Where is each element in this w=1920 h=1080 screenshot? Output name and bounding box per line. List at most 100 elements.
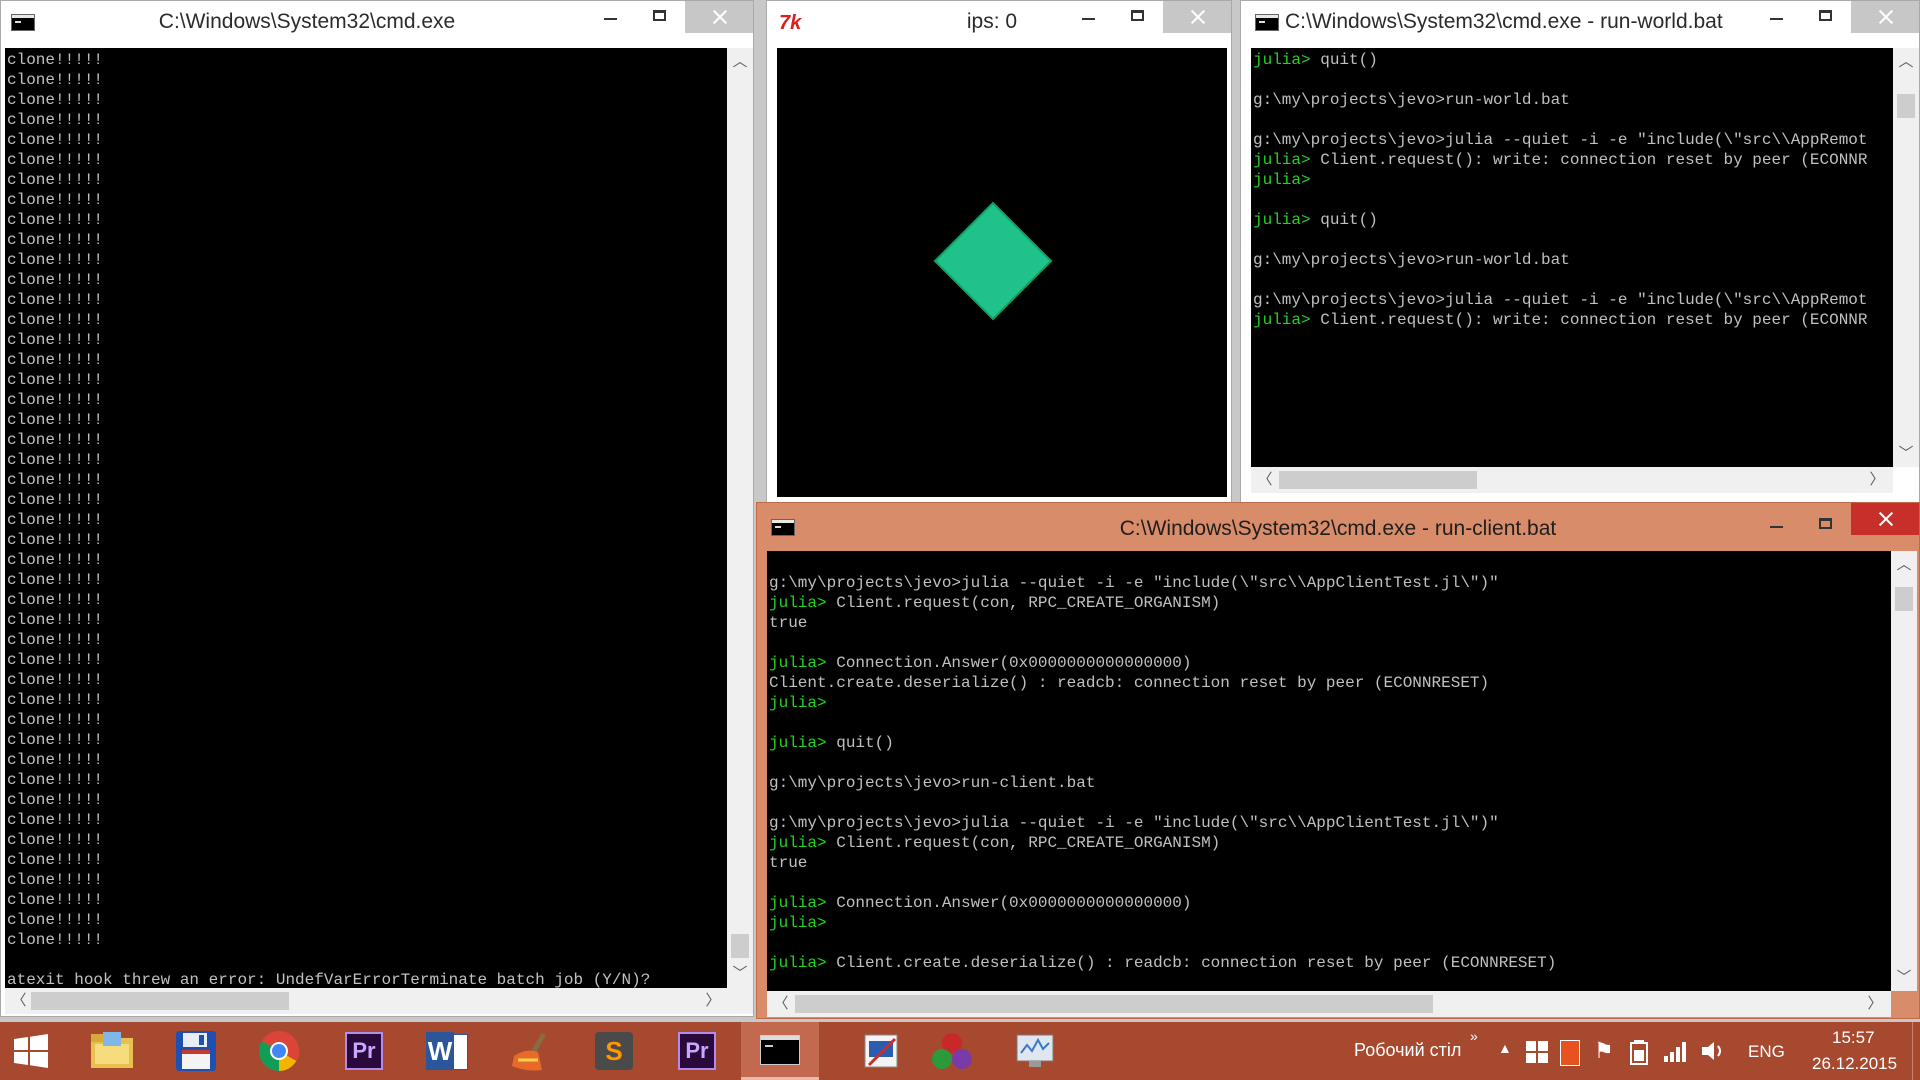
- console-line-text: g:\my\projects\jevo>julia --quiet -i -e …: [769, 574, 1499, 592]
- maximize-button[interactable]: [1801, 1, 1851, 33]
- console-line: clone!!!!!: [7, 591, 104, 609]
- volume-tray-icon[interactable]: [1700, 1040, 1726, 1067]
- taskbar-ccleaner[interactable]: [492, 1022, 570, 1080]
- console-line: julia> quit(): [1253, 211, 1378, 229]
- console-output[interactable]: clone!!!!! clone!!!!! clone!!!!! clone!!…: [5, 48, 727, 988]
- title-bar[interactable]: C:\Windows\System32\cmd.exe - run-client…: [757, 503, 1919, 547]
- vertical-scrollbar[interactable]: ︿ ﹀: [1891, 551, 1917, 991]
- console-text: julia> quit() g:\my\projects\jevo>run-wo…: [1253, 50, 1868, 330]
- console-output[interactable]: g:\my\projects\jevo>julia --quiet -i -e …: [767, 551, 1891, 991]
- scroll-up-arrow[interactable]: ︿: [1894, 555, 1914, 575]
- console-line-text: Connection.Answer(0x0000000000000000): [826, 654, 1192, 672]
- premiere-icon-2: Pr: [678, 1032, 716, 1070]
- console-line: julia> Client.create.deserialize() : rea…: [769, 954, 1556, 972]
- close-button[interactable]: [1163, 1, 1231, 33]
- julia-prompt: julia>: [769, 694, 827, 712]
- show-hidden-icons-arrow-icon[interactable]: ▲: [1498, 1040, 1512, 1056]
- close-button[interactable]: [1851, 503, 1919, 535]
- scroll-up-arrow[interactable]: ︿: [730, 52, 750, 72]
- scroll-left-arrow[interactable]: 〈: [1255, 470, 1275, 490]
- console-line: clone!!!!!: [7, 931, 104, 949]
- scroll-down-arrow[interactable]: ﹀: [1894, 968, 1914, 988]
- console-line-text: g:\my\projects\jevo>run-client.bat: [769, 774, 1096, 792]
- toolbar-chevron-icon[interactable]: »: [1470, 1028, 1478, 1044]
- battery-tray-icon[interactable]: [1628, 1038, 1650, 1071]
- console-line: clone!!!!!: [7, 171, 104, 189]
- horizontal-scrollbar[interactable]: 〈 〉: [5, 988, 727, 1014]
- scroll-right-arrow[interactable]: 〉: [703, 991, 723, 1011]
- close-button[interactable]: [685, 1, 753, 33]
- title-bar[interactable]: C:\Windows\System32\cmd.exe - run-world.…: [1241, 1, 1919, 45]
- minimize-button[interactable]: [1751, 509, 1801, 541]
- title-bar[interactable]: 7k ips: 0: [767, 1, 1231, 45]
- color-circles-icon: [932, 1033, 972, 1069]
- scroll-thumb-h[interactable]: [795, 995, 1433, 1013]
- scroll-thumb-h[interactable]: [1279, 471, 1477, 489]
- title-bar[interactable]: C:\Windows\System32\cmd.exe: [1, 1, 753, 45]
- taskbar-file-explorer[interactable]: [73, 1022, 151, 1080]
- start-button[interactable]: [0, 1022, 62, 1080]
- scroll-thumb[interactable]: [1897, 94, 1915, 118]
- cmd-window-client[interactable]: C:\Windows\System32\cmd.exe - run-client…: [756, 502, 1920, 1019]
- taskbar-premiere-2[interactable]: Pr: [658, 1022, 736, 1080]
- scroll-thumb[interactable]: [1895, 587, 1913, 611]
- console-line: clone!!!!!: [7, 371, 104, 389]
- tk-window[interactable]: 7k ips: 0: [766, 0, 1232, 503]
- scroll-thumb-h[interactable]: [31, 992, 289, 1010]
- signal-tray-icon[interactable]: [1664, 1040, 1688, 1067]
- scroll-left-arrow[interactable]: 〈: [771, 994, 791, 1014]
- taskbar-color-app[interactable]: [913, 1022, 991, 1080]
- console-line: clone!!!!!: [7, 231, 104, 249]
- minimize-button[interactable]: [1063, 1, 1113, 33]
- cmd-window-world[interactable]: C:\Windows\System32\cmd.exe - run-world.…: [1240, 0, 1920, 503]
- scroll-down-arrow[interactable]: ﹀: [1896, 444, 1916, 464]
- office-tray-icon[interactable]: [1560, 1040, 1580, 1066]
- language-indicator[interactable]: ENG: [1748, 1042, 1785, 1062]
- console-line: clone!!!!!: [7, 891, 104, 909]
- scroll-left-arrow[interactable]: 〈: [9, 991, 29, 1011]
- clock-date[interactable]: 26.12.2015: [1812, 1054, 1897, 1074]
- taskbar-chrome[interactable]: [240, 1022, 318, 1080]
- desktop-toolbar[interactable]: Робочий стіл: [1354, 1040, 1461, 1061]
- console-line: atexit hook threw an error: UndefVarErro…: [7, 971, 651, 988]
- console-text: g:\my\projects\jevo>julia --quiet -i -e …: [769, 553, 1556, 973]
- scroll-down-arrow[interactable]: ﹀: [730, 964, 750, 984]
- tk-feather-icon: 7k: [779, 12, 802, 34]
- horizontal-scrollbar[interactable]: 〈 〉: [1251, 467, 1893, 493]
- taskbar-monitor-app[interactable]: [996, 1022, 1074, 1080]
- console-line: clone!!!!!: [7, 531, 104, 549]
- maximize-button[interactable]: [1801, 509, 1851, 541]
- scroll-up-arrow[interactable]: ︿: [1896, 52, 1916, 72]
- windows-tray-icon[interactable]: [1526, 1041, 1548, 1068]
- simulation-canvas[interactable]: [777, 48, 1227, 497]
- scroll-thumb[interactable]: [731, 934, 749, 958]
- vertical-scrollbar[interactable]: ︿ ﹀: [727, 48, 753, 988]
- show-desktop-button[interactable]: [1912, 1022, 1920, 1080]
- console-line: clone!!!!!: [7, 291, 104, 309]
- flag-tray-icon[interactable]: ⚑: [1594, 1038, 1614, 1064]
- close-button[interactable]: [1851, 1, 1919, 33]
- console-line-text: Connection.Answer(0x0000000000000000): [826, 894, 1192, 912]
- taskbar-save-app[interactable]: [157, 1022, 235, 1080]
- vertical-scrollbar[interactable]: ︿ ﹀: [1893, 48, 1919, 467]
- cmd-window-main[interactable]: C:\Windows\System32\cmd.exe clone!!!!! c…: [0, 0, 754, 1017]
- console-line: clone!!!!!: [7, 751, 104, 769]
- console-output[interactable]: julia> quit() g:\my\projects\jevo>run-wo…: [1251, 48, 1893, 467]
- console-line: clone!!!!!: [7, 771, 104, 789]
- taskbar-premiere[interactable]: Pr: [325, 1022, 403, 1080]
- minimize-button[interactable]: [585, 1, 635, 33]
- scroll-right-arrow[interactable]: 〉: [1867, 470, 1887, 490]
- taskbar-editor[interactable]: [842, 1022, 920, 1080]
- scroll-right-arrow[interactable]: 〉: [1865, 994, 1885, 1014]
- taskbar-word[interactable]: W: [408, 1022, 486, 1080]
- maximize-button[interactable]: [1113, 1, 1163, 33]
- console-line: Client.create.deserialize() : readcb: co…: [769, 674, 1489, 692]
- minimize-button[interactable]: [1751, 1, 1801, 33]
- maximize-button[interactable]: [635, 1, 685, 33]
- console-line: julia> Client.request(): write: connecti…: [1253, 151, 1868, 169]
- taskbar-cmd[interactable]: [741, 1022, 819, 1080]
- julia-prompt: julia>: [769, 594, 827, 612]
- horizontal-scrollbar[interactable]: 〈 〉: [767, 991, 1891, 1017]
- clock-time[interactable]: 15:57: [1832, 1028, 1875, 1048]
- taskbar-sublime[interactable]: S: [575, 1022, 653, 1080]
